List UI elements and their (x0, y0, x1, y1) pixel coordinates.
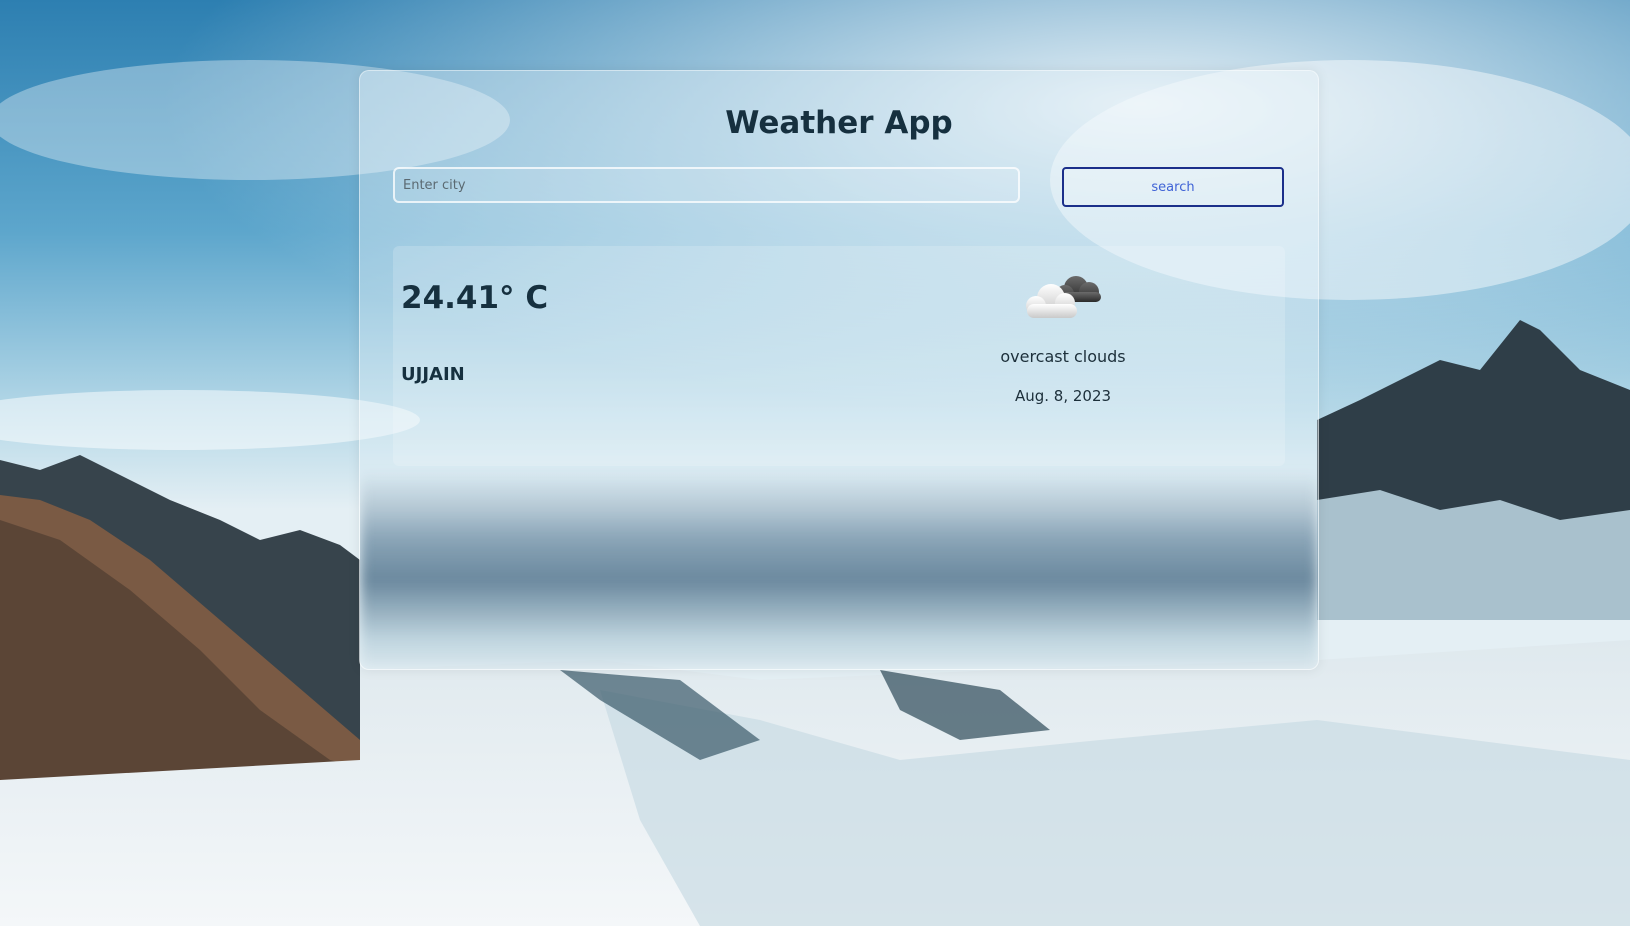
card-background-blur (360, 471, 1318, 669)
weather-result-panel: 24.41° C UJJAIN overcast clouds Aug. 8, … (393, 246, 1285, 466)
city-search-input[interactable] (393, 167, 1020, 203)
search-button[interactable]: search (1062, 167, 1284, 207)
temperature-value: 24.41° C (401, 280, 549, 316)
city-name: UJJAIN (401, 364, 465, 385)
weather-date: Aug. 8, 2023 (1014, 387, 1112, 405)
overcast-clouds-icon (1021, 270, 1107, 326)
weather-card: Weather App search 24.41° C UJJAIN (359, 70, 1319, 670)
weather-description: overcast clouds (1000, 347, 1126, 366)
app-title: Weather App (725, 105, 953, 141)
